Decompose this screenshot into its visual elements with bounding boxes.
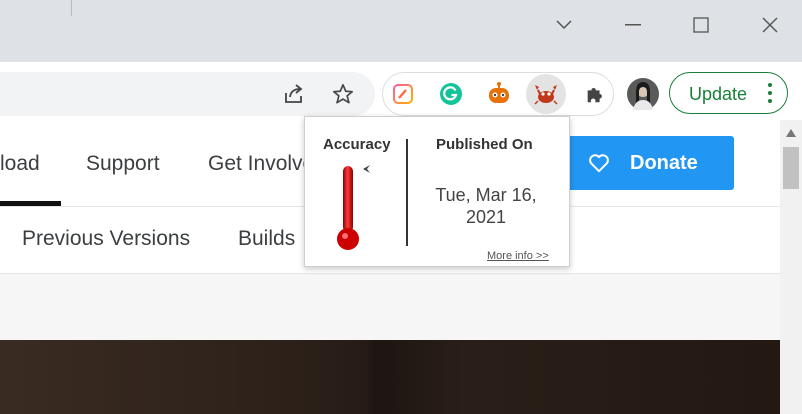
update-button[interactable]: Update [669, 72, 788, 114]
scroll-up-icon[interactable] [786, 129, 796, 137]
maximize-icon [693, 17, 709, 33]
donate-button[interactable]: Donate [566, 136, 734, 190]
puzzle-icon [587, 88, 602, 103]
title-bar [0, 0, 802, 62]
more-menu-icon [768, 83, 772, 107]
thermometer-icon [337, 165, 370, 250]
more-info-link[interactable]: More info >> [487, 250, 549, 262]
subnav-previous-versions[interactable]: Previous Versions [22, 227, 190, 251]
address-bar[interactable] [0, 72, 375, 116]
heart-icon [589, 154, 609, 173]
edit-extension-icon [393, 84, 413, 104]
star-icon [333, 84, 353, 104]
nav-get-involved[interactable]: Get Involve [208, 152, 314, 176]
profile-button[interactable] [625, 76, 661, 112]
close-icon [762, 17, 778, 33]
published-date-line2: 2021 [465, 207, 507, 227]
scroll-thumb[interactable] [783, 147, 799, 189]
share-button[interactable] [276, 76, 312, 112]
minimize-icon [625, 24, 641, 26]
accuracy-label: Accuracy [323, 136, 391, 153]
robot-extension-button[interactable] [481, 76, 517, 112]
extension-popup: Accuracy Published On Tue, Mar 16, 2021 … [304, 116, 570, 267]
avatar [627, 78, 659, 110]
edit-extension-button[interactable] [385, 76, 421, 112]
crab-extension-button[interactable] [528, 76, 564, 112]
minimize-button[interactable] [613, 10, 653, 40]
vertical-scrollbar[interactable] [780, 120, 802, 414]
share-icon [285, 84, 303, 103]
subnav-builds[interactable]: Builds [238, 227, 295, 251]
extensions-button[interactable] [577, 76, 613, 112]
published-on-label: Published On [436, 136, 533, 153]
update-label: Update [689, 84, 748, 104]
close-button[interactable] [750, 10, 790, 40]
tab-search-button[interactable] [544, 10, 584, 40]
bookmark-button[interactable] [325, 76, 361, 112]
content-band [0, 274, 780, 340]
nav-support[interactable]: Support [86, 152, 160, 176]
crab-extension-icon [534, 85, 558, 105]
maximize-button[interactable] [681, 10, 721, 40]
donate-label: Donate [630, 152, 698, 174]
tab-separator [71, 0, 72, 16]
published-date: Tue, Mar 16, 2021 [423, 184, 549, 228]
nav-download[interactable]: load [0, 152, 40, 176]
browser-toolbar: Update [0, 62, 802, 120]
popup-divider [406, 139, 408, 246]
grammarly-button[interactable] [433, 76, 469, 112]
chevron-down-icon [556, 20, 572, 30]
grammarly-icon [440, 83, 462, 105]
published-date-line1: Tue, Mar 16, [435, 185, 537, 205]
hero-image [0, 340, 780, 414]
robot-extension-icon [489, 82, 509, 103]
